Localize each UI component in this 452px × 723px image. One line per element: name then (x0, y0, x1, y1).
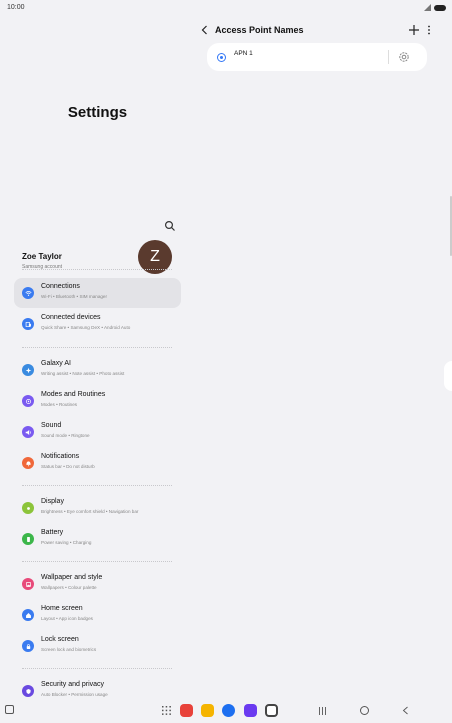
add-icon[interactable] (408, 24, 420, 36)
wallpaper-icon (22, 578, 34, 590)
menu-item-subtitle: Auto Blocker • Permission usage (41, 692, 108, 697)
search-icon[interactable] (164, 220, 176, 232)
divider (22, 269, 172, 270)
devices-icon (22, 318, 34, 330)
lock-icon (22, 640, 34, 652)
status-bar: 10:00 (0, 0, 452, 16)
divider (22, 668, 172, 669)
modes-icon (22, 395, 34, 407)
menu-item-sound[interactable]: Sound Sound mode • Ringtone (14, 417, 181, 447)
ai-icon (22, 364, 34, 376)
app-yellow-icon[interactable] (201, 704, 214, 717)
menu-item-title: Security and privacy (41, 681, 105, 688)
status-time: 10:00 (7, 4, 25, 11)
home-button-icon[interactable] (360, 706, 369, 715)
menu-item-display[interactable]: Display Brightness • Eye comfort shield … (14, 493, 181, 523)
menu-item-title: Sound (41, 422, 62, 429)
divider (22, 347, 172, 348)
menu-item-lock-screen[interactable]: Lock screen Screen lock and biometrics (14, 631, 181, 661)
apn-page-title: Access Point Names (215, 25, 304, 35)
apn-name: APN 1 (234, 50, 253, 57)
nav-back-icon[interactable] (402, 706, 409, 715)
menu-item-subtitle: Wi-Fi • Bluetooth • SIM manager (41, 294, 108, 299)
settings-list-pane: Settings Zoe Taylor Samsung account Z Co… (0, 16, 190, 706)
menu-item-subtitle: Screen lock and biometrics (41, 647, 97, 652)
menu-item-wallpaper-and-style[interactable]: Wallpaper and style Wallpapers • Colour … (14, 569, 181, 599)
menu-item-modes-and-routines[interactable]: Modes and Routines Modes • Routines (14, 386, 181, 416)
sun-icon (22, 502, 34, 514)
app-purple-icon[interactable] (244, 704, 257, 717)
sound-icon (22, 426, 34, 438)
bell-icon (22, 457, 34, 469)
menu-item-subtitle: Brightness • Eye comfort shield • Naviga… (41, 509, 139, 514)
menu-item-subtitle: Modes • Routines (41, 402, 78, 407)
edge-panel-handle[interactable] (444, 361, 452, 391)
menu-item-subtitle: Sound mode • Ringtone (41, 433, 90, 438)
signal-icon (424, 4, 431, 11)
menu-item-galaxy-ai[interactable]: Galaxy AI Writing assist • Note assist •… (14, 355, 181, 385)
menu-item-title: Battery (41, 529, 64, 536)
battery-icon (22, 533, 34, 545)
menu-item-subtitle: Layout • App icon badges (41, 616, 93, 621)
back-arrow-icon[interactable] (200, 24, 210, 36)
status-icons (424, 4, 446, 11)
divider (22, 561, 172, 562)
page-title: Settings (67, 104, 128, 121)
rotate-icon[interactable] (5, 705, 14, 714)
menu-item-title: Connected devices (41, 314, 101, 321)
menu-item-home-screen[interactable]: Home screen Layout • App icon badges (14, 600, 181, 630)
menu-item-battery[interactable]: Battery Power saving • Charging (14, 524, 181, 554)
recents-icon[interactable] (318, 707, 327, 715)
menu-item-title: Wallpaper and style (41, 574, 103, 581)
menu-item-title: Galaxy AI (41, 360, 71, 367)
menu-item-notifications[interactable]: Notifications Status bar • Do not distur… (14, 448, 181, 478)
menu-item-connections[interactable]: Connections Wi-Fi • Bluetooth • SIM mana… (14, 278, 181, 308)
battery-status-icon (434, 4, 446, 11)
app-red-icon[interactable] (180, 704, 193, 717)
menu-item-subtitle: Writing assist • Note assist • Photo ass… (41, 371, 125, 376)
profile-name: Zoe Taylor (22, 252, 62, 261)
more-options-icon[interactable] (426, 24, 432, 36)
menu-item-title: Lock screen (41, 636, 79, 643)
apps-grid-icon[interactable] (162, 706, 171, 715)
menu-item-subtitle: Status bar • Do not disturb (41, 464, 95, 469)
menu-item-title: Home screen (41, 605, 83, 612)
menu-item-subtitle: Wallpapers • Colour palette (41, 585, 97, 590)
app-messages-icon[interactable] (222, 704, 235, 717)
home-icon (22, 609, 34, 621)
menu-item-subtitle: Power saving • Charging (41, 540, 92, 545)
divider (22, 485, 172, 486)
apn-radio-button[interactable] (217, 53, 226, 62)
menu-item-subtitle: Quick Share • Samsung DeX • Android Auto (41, 325, 131, 330)
app-camera-icon[interactable] (265, 704, 278, 717)
apn-pane: Access Point Names APN 1 (190, 16, 452, 706)
menu-item-title: Notifications (41, 453, 80, 460)
apn-list-item[interactable]: APN 1 (207, 43, 427, 71)
profile-card[interactable]: Zoe Taylor Samsung account Z (14, 240, 180, 280)
menu-item-title: Display (41, 498, 64, 505)
menu-item-title: Modes and Routines (41, 391, 106, 398)
navigation-bar (0, 700, 452, 723)
divider (388, 50, 389, 64)
gear-icon[interactable] (397, 50, 411, 64)
wifi-icon (22, 287, 34, 299)
shield-icon (22, 685, 34, 697)
menu-item-title: Connections (41, 283, 80, 290)
menu-item-connected-devices[interactable]: Connected devices Quick Share • Samsung … (14, 309, 181, 339)
